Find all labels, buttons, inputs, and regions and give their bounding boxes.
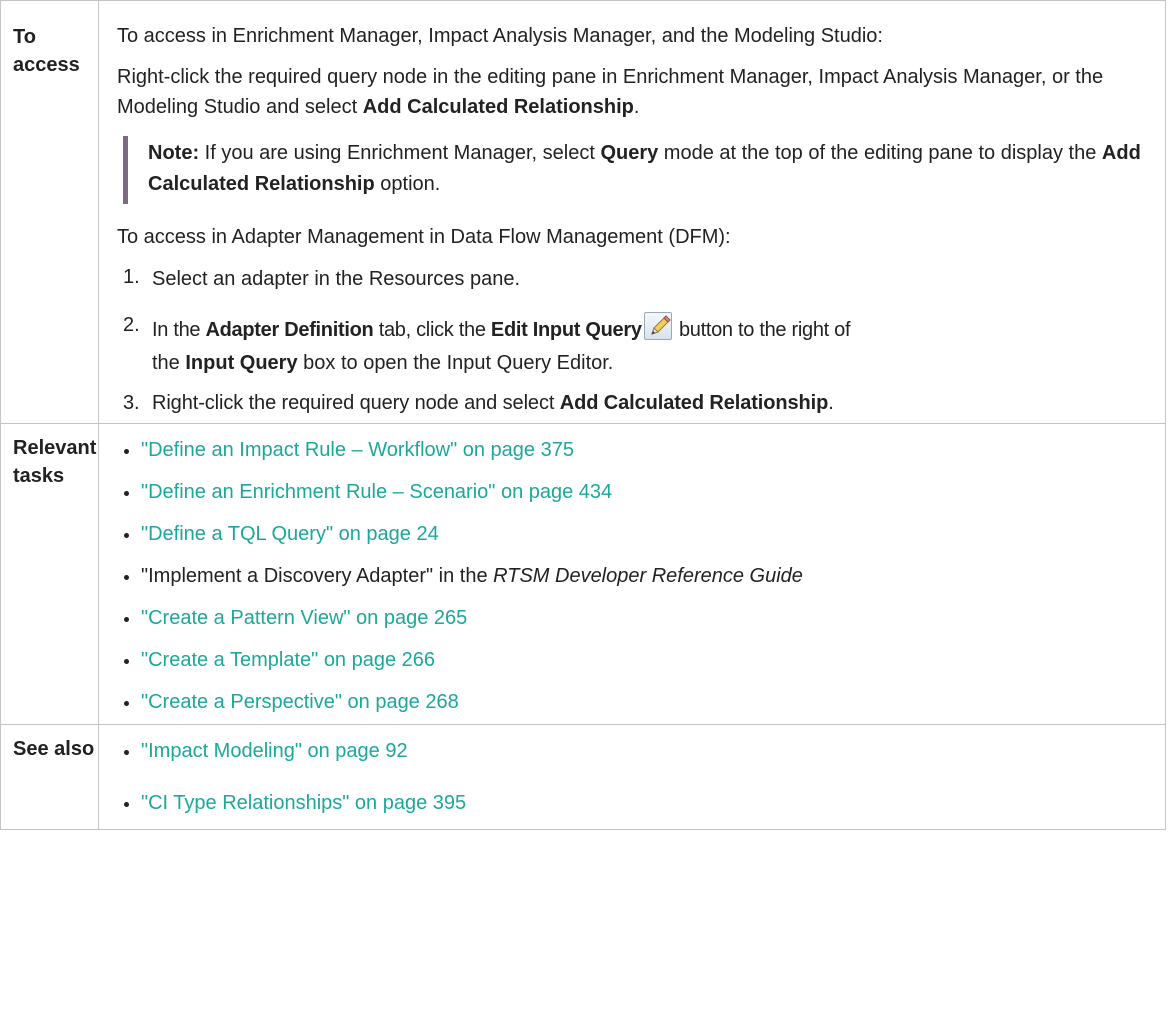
link-create-template[interactable]: "Create a Template" on page 266 — [141, 649, 435, 671]
bullet-icon — [124, 701, 129, 706]
access-rightclick-paragraph: Right-click the required query node in t… — [117, 66, 1104, 118]
list-item: "Define an Impact Rule – Workflow" on pa… — [117, 436, 1151, 464]
list-item: "Create a Pattern View" on page 265 — [117, 604, 1151, 632]
query-mode-term: Query — [600, 142, 659, 164]
list-item: "Define an Enrichment Rule – Scenario" o… — [117, 478, 1151, 506]
also-content: "Impact Modeling" on page 92 "CI Type Re… — [98, 724, 1166, 830]
list-item: "Create a Perspective" on page 268 — [117, 688, 1151, 724]
tasks-content: "Define an Impact Rule – Workflow" on pa… — [98, 423, 1166, 725]
list-item: "CI Type Relationships" on page 395 — [117, 789, 1151, 829]
link-ci-type-relationships[interactable]: "CI Type Relationships" on page 395 — [141, 792, 466, 814]
list-item: "Implement a Discovery Adapter" in the R… — [117, 562, 1151, 590]
pencil-icon — [643, 312, 672, 340]
implement-discovery-adapter-text: "Implement a Discovery Adapter" in the — [141, 565, 494, 587]
access-heading: To access — [0, 0, 99, 424]
access-content: To access in Enrichment Manager, Impact … — [98, 0, 1166, 424]
bullet-icon — [124, 533, 129, 538]
list-item: "Define a TQL Query" on page 24 — [117, 520, 1151, 548]
bullet-icon — [124, 575, 129, 580]
access-row: To access To access in Enrichment Manage… — [0, 0, 1166, 424]
adapter-definition-tab-term: Adapter Definition — [205, 319, 374, 341]
guide-title: RTSM Developer Reference Guide — [493, 565, 803, 587]
also-heading: See also — [0, 724, 99, 830]
also-row: See also "Impact Modeling" on page 92 "C… — [0, 724, 1166, 830]
reference-table: To access To access in Enrichment Manage… — [0, 0, 1166, 830]
input-query-box-term: Input Query — [185, 352, 298, 374]
link-define-impact-rule[interactable]: "Define an Impact Rule – Workflow" on pa… — [141, 439, 574, 461]
add-calculated-relationship-command: Add Calculated Relationship — [362, 96, 634, 118]
step-1: 1. Select an adapter in the Resources pan… — [123, 266, 521, 290]
bullet-icon — [124, 802, 129, 807]
note-label: Note: — [148, 142, 200, 164]
bullet-icon — [124, 491, 129, 496]
add-calculated-relationship-step: Add Calculated Relationship — [559, 392, 829, 414]
bullet-icon — [124, 617, 129, 622]
access-intro: To access in Enrichment Manager, Impact … — [117, 25, 883, 47]
bullet-icon — [124, 449, 129, 454]
link-define-tql-query[interactable]: "Define a TQL Query" on page 24 — [141, 523, 439, 545]
bullet-icon — [124, 659, 129, 664]
list-item: "Impact Modeling" on page 92 — [117, 737, 1151, 765]
see-also-list: "Impact Modeling" on page 92 "CI Type Re… — [117, 725, 1151, 829]
link-create-perspective[interactable]: "Create a Perspective" on page 268 — [141, 691, 459, 713]
link-impact-modeling[interactable]: "Impact Modeling" on page 92 — [141, 740, 408, 762]
tasks-heading: Relevant tasks — [0, 423, 99, 725]
relevant-tasks-list: "Define an Impact Rule – Workflow" on pa… — [117, 424, 1151, 724]
bullet-icon — [124, 750, 129, 755]
dfm-steps-list: 1. Select an adapter in the Resources pan… — [117, 264, 1151, 423]
step-3: 3. Right-click the required query node an… — [123, 392, 834, 414]
link-define-enrichment-rule[interactable]: "Define an Enrichment Rule – Scenario" o… — [141, 481, 612, 503]
list-item: "Create a Template" on page 266 — [117, 646, 1151, 674]
link-create-pattern-view[interactable]: "Create a Pattern View" on page 265 — [141, 607, 467, 629]
dfm-intro: To access in Adapter Management in Data … — [117, 226, 731, 248]
edit-input-query-term: Edit Input Query — [490, 319, 642, 341]
step-2: 2. In the Adapter Definition tab, click t… — [123, 312, 851, 374]
tasks-row: Relevant tasks "Define an Impact Rule – … — [0, 423, 1166, 725]
note-callout: Note: If you are using Enrichment Manage… — [123, 136, 1151, 204]
